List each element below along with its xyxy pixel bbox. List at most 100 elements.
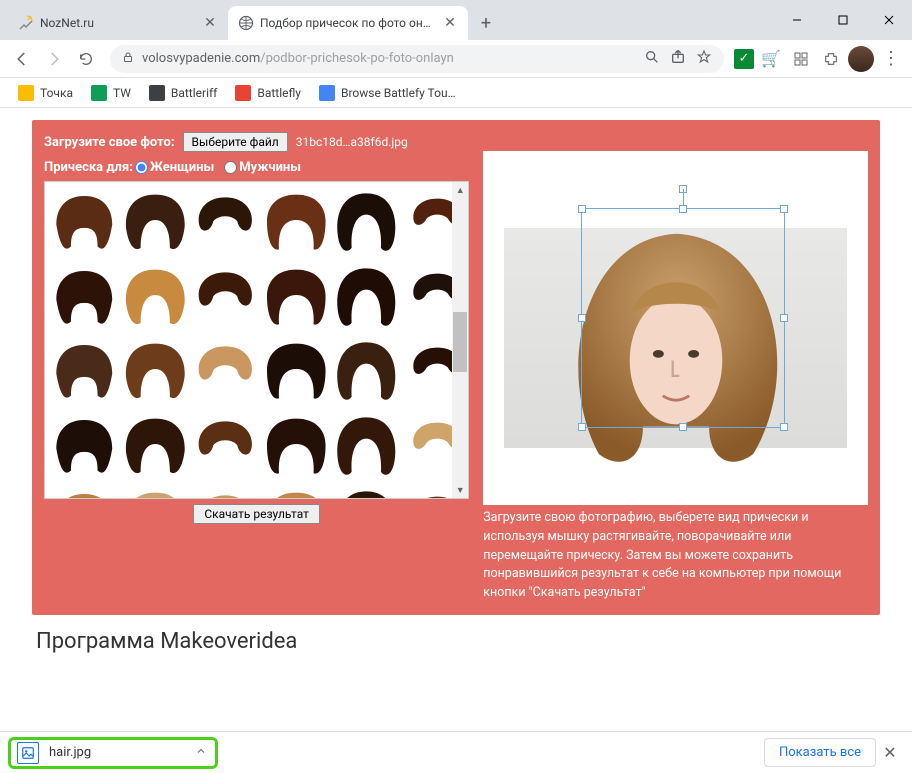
- ext-check-icon[interactable]: ✓: [734, 49, 754, 69]
- hairstyle-thumbnail[interactable]: [333, 337, 400, 408]
- browser-tab[interactable]: NozNet.ru ✕: [8, 6, 228, 40]
- hairstyle-thumbnail[interactable]: [404, 188, 453, 259]
- hairstyle-thumbnail[interactable]: [333, 486, 400, 498]
- hairstyle-thumbnail[interactable]: [51, 486, 118, 498]
- download-result-button[interactable]: Скачать результат: [193, 504, 320, 524]
- bookmark-label: Battlefly: [257, 86, 301, 100]
- favicon-icon: [18, 15, 34, 31]
- hairstyle-thumbnail[interactable]: [192, 486, 259, 498]
- transform-selection[interactable]: [581, 208, 785, 428]
- file-select-button[interactable]: Выберите файл: [183, 132, 288, 152]
- hairstyle-thumbnail[interactable]: [51, 263, 118, 334]
- photo-preview: [483, 151, 868, 505]
- bookmarks-bar: Точка TW Battleriff Battlefly Browse Bat…: [0, 78, 912, 108]
- gender-female-radio[interactable]: [135, 161, 148, 174]
- show-all-downloads-button[interactable]: Показать все: [764, 738, 876, 767]
- selected-file-name: 31bc18d…a38f6d.jpg: [296, 135, 408, 149]
- resize-handle[interactable]: [780, 423, 788, 431]
- forward-button[interactable]: [40, 45, 68, 73]
- resize-handle[interactable]: [780, 314, 788, 322]
- download-chip[interactable]: hair.jpg: [8, 737, 218, 769]
- gender-male-radio[interactable]: [224, 161, 237, 174]
- hairstyle-thumbnail[interactable]: [192, 412, 259, 483]
- bookmark-label: Точка: [40, 86, 73, 100]
- hairstyle-thumbnail[interactable]: [404, 337, 453, 408]
- hair-widget: Загрузите свое фото: Выберите файл 31bc1…: [32, 120, 880, 615]
- bookmark-item[interactable]: Battleriff: [143, 83, 223, 103]
- hairstyle-thumbnail[interactable]: [263, 337, 330, 408]
- resize-handle[interactable]: [679, 205, 687, 213]
- address-bar-actions: [644, 49, 712, 69]
- hairstyle-thumbnail[interactable]: [333, 188, 400, 259]
- bookmark-item[interactable]: Точка: [12, 83, 79, 103]
- profile-avatar[interactable]: [848, 46, 874, 72]
- bookmark-favicon-icon: [91, 85, 107, 101]
- download-shelf: hair.jpg Показать все ✕: [0, 731, 912, 773]
- upload-label: Загрузите свое фото:: [44, 135, 175, 150]
- upload-row: Загрузите свое фото: Выберите файл 31bc1…: [44, 132, 868, 152]
- tab-close-icon[interactable]: ✕: [202, 15, 218, 31]
- ext-cart-icon[interactable]: 🛒: [758, 46, 784, 72]
- hairstyle-thumbnail[interactable]: [192, 188, 259, 259]
- hairstyle-thumbnail[interactable]: [51, 337, 118, 408]
- resize-handle[interactable]: [578, 423, 586, 431]
- new-tab-button[interactable]: +: [472, 9, 500, 37]
- page-content: Загрузите свое фото: Выберите файл 31bc1…: [0, 108, 912, 731]
- ext-puzzle-icon[interactable]: [818, 46, 844, 72]
- browser-tab-strip: NozNet.ru ✕ Подбор причесок по фото онла…: [0, 0, 912, 40]
- hairstyle-thumbnail[interactable]: [333, 263, 400, 334]
- bookmark-item[interactable]: Battlefly: [229, 83, 307, 103]
- resize-handle[interactable]: [679, 423, 687, 431]
- hairstyle-thumbnail[interactable]: [122, 263, 189, 334]
- hairstyle-thumbnail[interactable]: [404, 263, 453, 334]
- hairstyle-thumbnail[interactable]: [122, 188, 189, 259]
- address-bar[interactable]: volosvypadenie.com/podbor-prichesok-po-f…: [110, 45, 724, 73]
- maximize-button[interactable]: [820, 0, 866, 40]
- section-title: Программа Makeoveridea: [36, 629, 876, 654]
- back-button[interactable]: [8, 45, 36, 73]
- hairstyle-palette: ▲ ▼: [44, 181, 469, 499]
- close-shelf-icon[interactable]: ✕: [876, 743, 904, 762]
- resize-handle[interactable]: [578, 205, 586, 213]
- reload-button[interactable]: [72, 45, 100, 73]
- tab-title: Подбор причесок по фото онла: [260, 16, 436, 30]
- zoom-icon[interactable]: [644, 49, 660, 69]
- bookmark-item[interactable]: Browse Battlefy Tou…: [313, 83, 462, 103]
- hairstyle-thumbnail[interactable]: [404, 486, 453, 498]
- hairstyle-thumbnail[interactable]: [192, 263, 259, 334]
- image-file-icon: [17, 742, 39, 764]
- hairstyle-thumbnail[interactable]: [122, 337, 189, 408]
- hairstyle-thumbnail[interactable]: [263, 486, 330, 498]
- resize-handle[interactable]: [578, 314, 586, 322]
- hairstyle-thumbnail[interactable]: [263, 263, 330, 334]
- hairstyle-thumbnail[interactable]: [122, 486, 189, 498]
- hairstyle-thumbnail[interactable]: [404, 412, 453, 483]
- bookmark-favicon-icon: [235, 85, 251, 101]
- hairstyle-thumbnail[interactable]: [51, 188, 118, 259]
- scroll-down-icon[interactable]: ▼: [452, 482, 468, 498]
- hairstyle-thumbnail[interactable]: [192, 337, 259, 408]
- ext-feed-icon[interactable]: [788, 46, 814, 72]
- scroll-up-icon[interactable]: ▲: [452, 182, 468, 198]
- hairstyle-thumbnail[interactable]: [333, 412, 400, 483]
- bookmark-favicon-icon: [319, 85, 335, 101]
- hairstyle-thumbnail[interactable]: [263, 188, 330, 259]
- hairstyle-thumbnail[interactable]: [263, 412, 330, 483]
- bookmark-item[interactable]: TW: [85, 83, 137, 103]
- browser-tab-active[interactable]: Подбор причесок по фото онла ✕: [228, 6, 468, 40]
- bookmark-favicon-icon: [18, 85, 34, 101]
- share-icon[interactable]: [670, 49, 686, 69]
- scrollbar[interactable]: ▲ ▼: [452, 182, 468, 498]
- minimize-button[interactable]: [774, 0, 820, 40]
- resize-handle[interactable]: [780, 205, 788, 213]
- chevron-up-icon[interactable]: [195, 745, 207, 761]
- hairstyle-thumbnail[interactable]: [122, 412, 189, 483]
- url-text: volosvypadenie.com/podbor-prichesok-po-f…: [142, 51, 636, 66]
- close-window-button[interactable]: [866, 0, 912, 40]
- hairstyle-thumbnail[interactable]: [51, 412, 118, 483]
- bookmark-label: Browse Battlefy Tou…: [341, 86, 456, 100]
- star-icon[interactable]: [696, 49, 712, 69]
- scroll-thumb[interactable]: [453, 312, 467, 372]
- menu-icon[interactable]: ⋮: [878, 46, 904, 72]
- tab-close-icon[interactable]: ✕: [442, 15, 458, 31]
